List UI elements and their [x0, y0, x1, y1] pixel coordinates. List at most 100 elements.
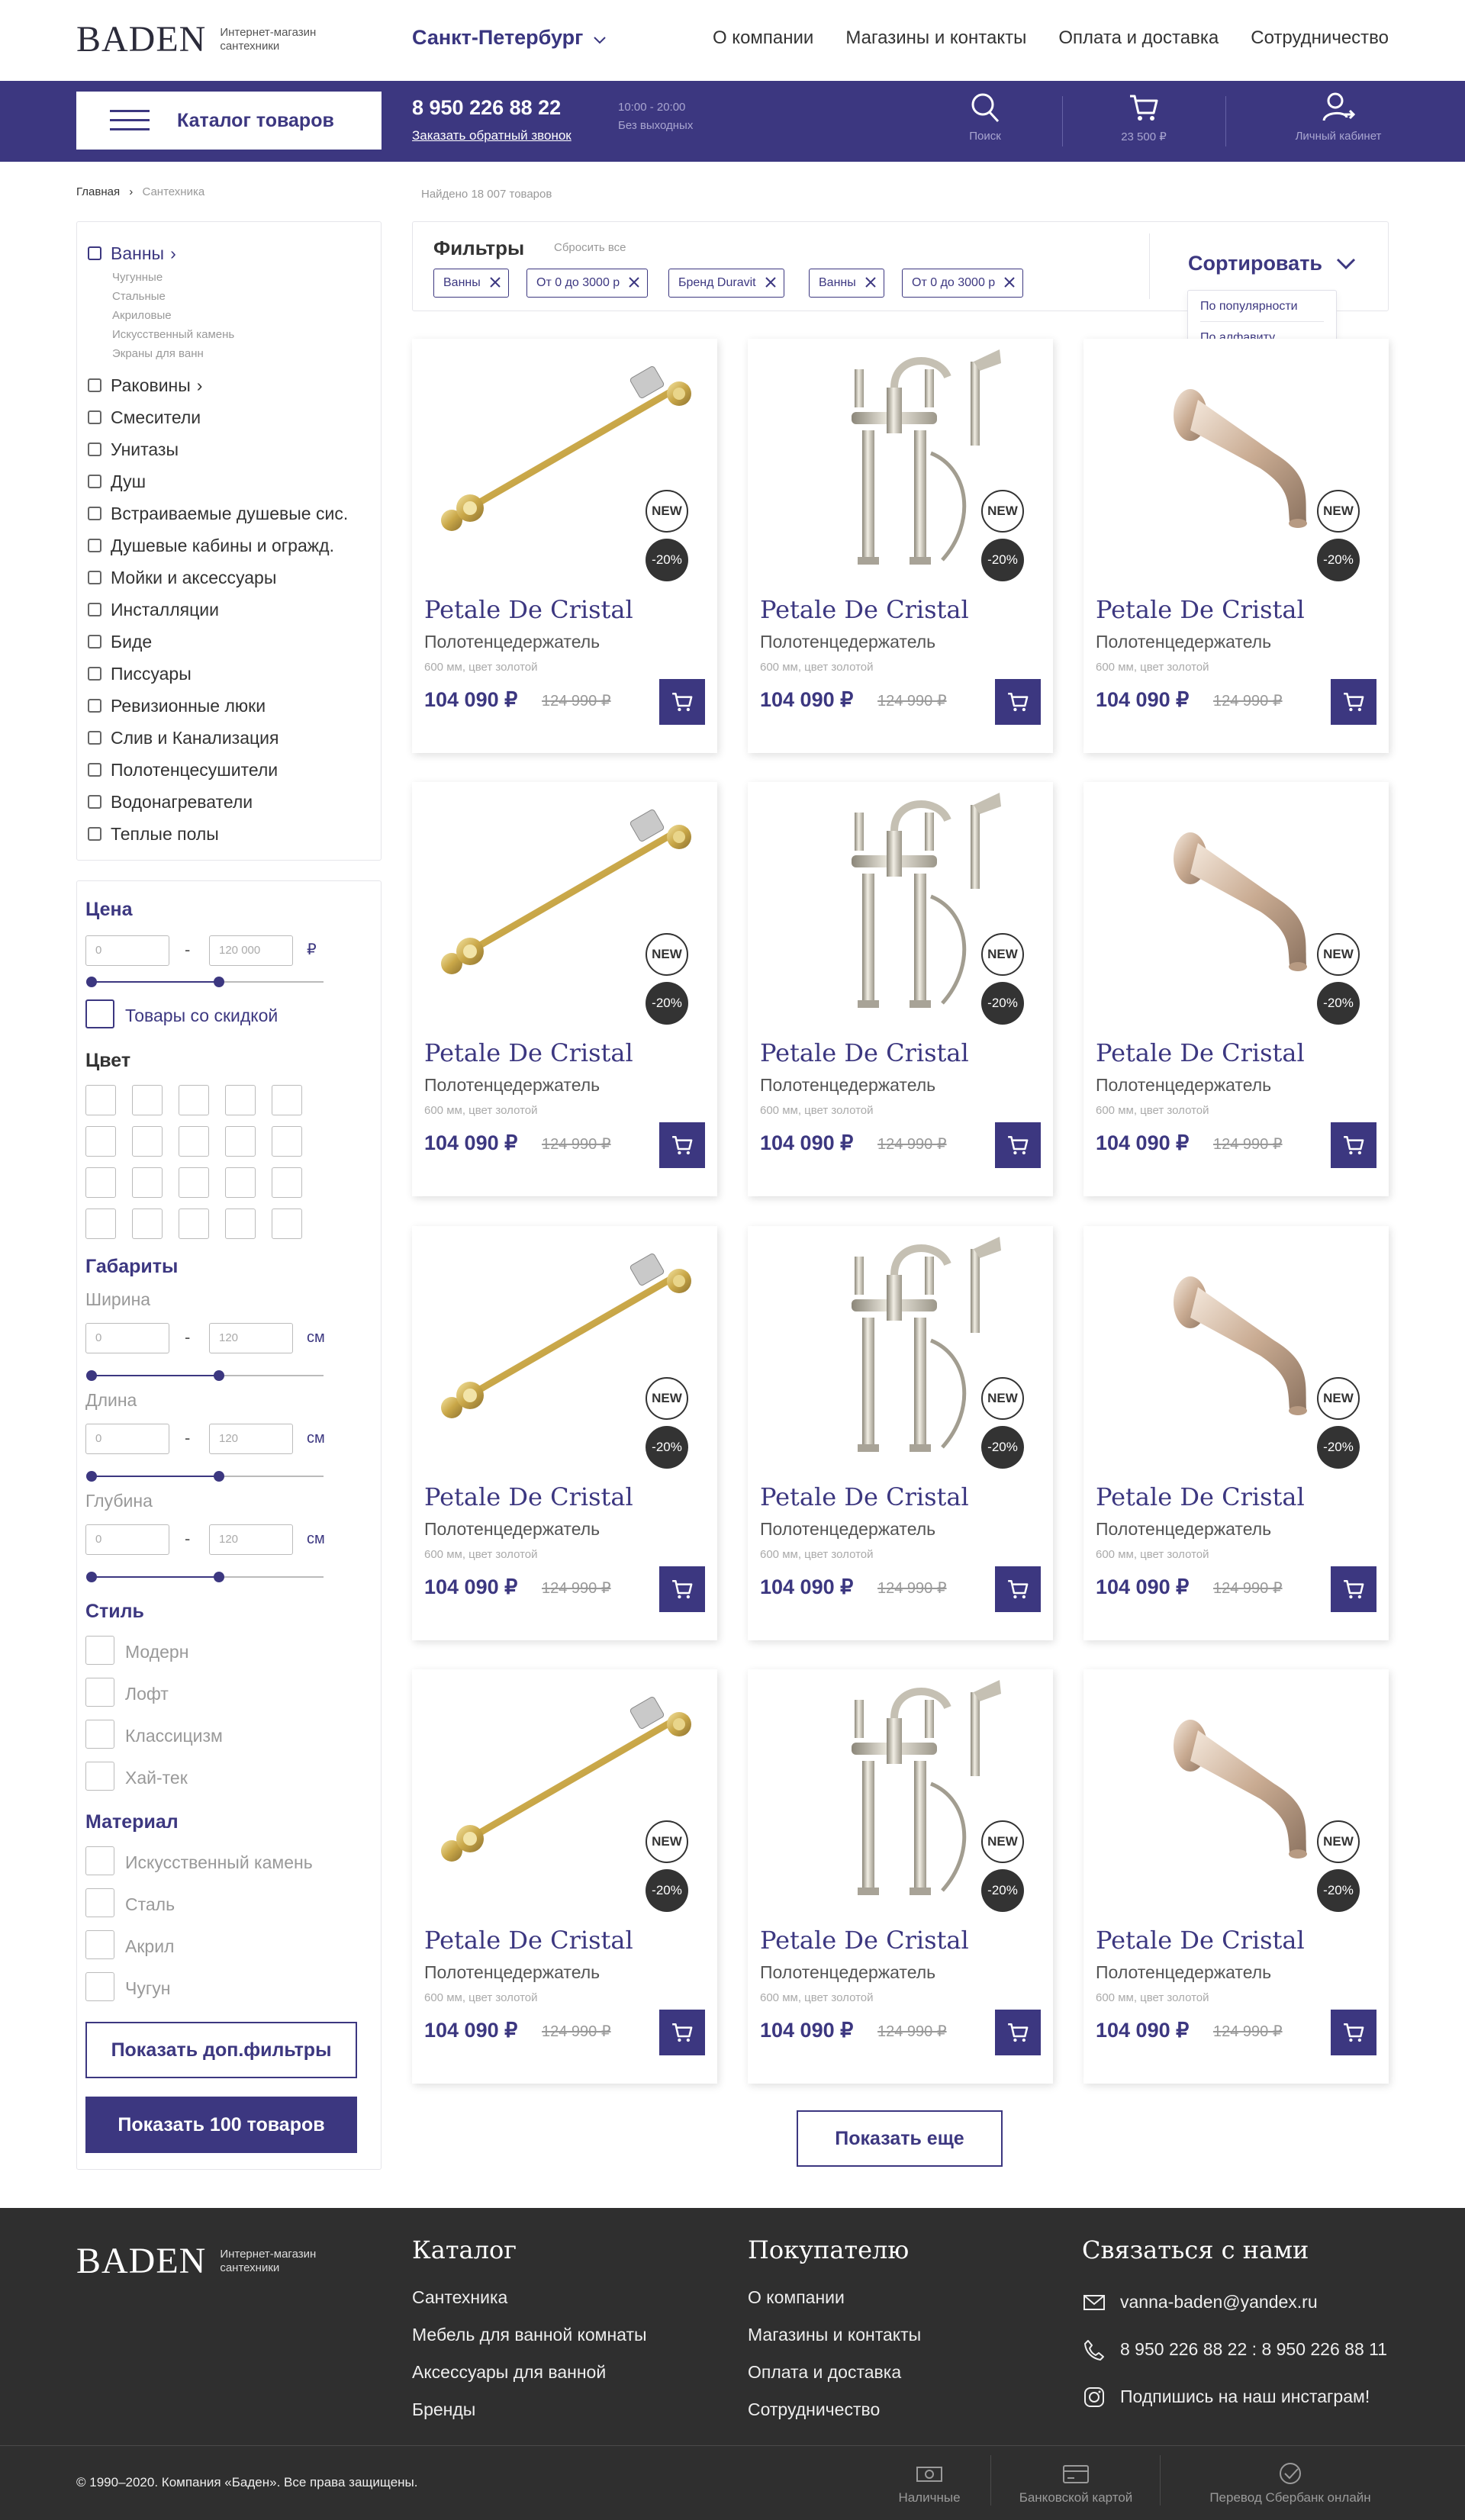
style-label[interactable]: Лофт — [125, 1684, 169, 1704]
category-item[interactable]: Полотенцесушители — [88, 754, 378, 786]
category-item[interactable]: Душевые кабины и огражд. — [88, 529, 378, 562]
color-swatch[interactable] — [85, 1209, 116, 1239]
footer-email[interactable]: vanna-baden@yandex.ru — [1120, 2292, 1318, 2312]
length-from-input[interactable]: 0 — [85, 1424, 169, 1454]
product-title[interactable]: Petale De Cristal — [760, 1038, 969, 1067]
style-checkbox[interactable] — [85, 1720, 114, 1749]
category-item[interactable]: Инсталляции — [88, 594, 378, 626]
product-card[interactable]: NEW -20% Petale De Cristal Полотенцедерж… — [1083, 782, 1389, 1196]
account-button[interactable]: Личный кабинет — [1277, 92, 1399, 143]
slider-handle-min[interactable] — [86, 1471, 97, 1482]
color-swatch[interactable] — [132, 1167, 163, 1198]
material-label[interactable]: Сталь — [125, 1894, 175, 1915]
price-to-input[interactable]: 120 000 — [209, 935, 293, 966]
width-slider[interactable] — [86, 1370, 324, 1381]
price-slider[interactable] — [86, 977, 324, 987]
footer-link[interactable]: Сотрудничество — [748, 2399, 880, 2420]
add-to-cart-button[interactable] — [1331, 679, 1376, 725]
material-label[interactable]: Искусственный камень — [125, 1852, 313, 1873]
category-item[interactable]: Смесители — [88, 401, 378, 433]
product-card[interactable]: NEW -20% Petale De Cristal Полотенцедерж… — [748, 1669, 1053, 2084]
subcategory-item[interactable]: Акриловые — [112, 306, 378, 325]
footer-link[interactable]: О компании — [748, 2287, 845, 2308]
product-title[interactable]: Petale De Cristal — [1096, 1926, 1305, 1955]
nav-about[interactable]: О компании — [713, 27, 813, 49]
footer-link[interactable]: Магазины и контакты — [748, 2325, 921, 2345]
filter-chip[interactable]: Ванны — [809, 269, 884, 298]
category-item[interactable]: Ревизионные люки — [88, 690, 378, 722]
color-swatch[interactable] — [272, 1126, 302, 1157]
category-item[interactable]: Водонагреватели — [88, 786, 378, 818]
category-item[interactable]: Встраиваемые душевые сис. — [88, 497, 378, 529]
logo-block[interactable]: BADEN Интернет-магазин сантехники — [76, 21, 316, 58]
filter-chip[interactable]: Ванны — [433, 269, 509, 298]
discount-checkbox[interactable] — [85, 999, 114, 1028]
add-to-cart-button[interactable] — [995, 2010, 1041, 2055]
subcategory-item[interactable]: Экраны для ванн — [112, 344, 378, 363]
product-card[interactable]: NEW -20% Petale De Cristal Полотенцедерж… — [748, 1226, 1053, 1640]
product-title[interactable]: Petale De Cristal — [424, 1482, 633, 1511]
add-to-cart-button[interactable] — [1331, 2010, 1376, 2055]
category-item[interactable]: Слив и Канализация — [88, 722, 378, 754]
close-icon[interactable] — [627, 275, 641, 289]
close-icon[interactable] — [1003, 275, 1016, 289]
category-item[interactable]: Унитазы — [88, 433, 378, 465]
width-from-input[interactable]: 0 — [85, 1323, 169, 1353]
width-to-input[interactable]: 120 — [209, 1323, 293, 1353]
product-title[interactable]: Petale De Cristal — [424, 1038, 633, 1067]
style-label[interactable]: Классицизм — [125, 1726, 223, 1746]
footer-logo-block[interactable]: BADEN Интернет-магазин сантехники — [76, 2243, 316, 2280]
footer-logo[interactable]: BADEN — [76, 2243, 206, 2280]
material-label[interactable]: Акрил — [125, 1936, 174, 1957]
color-swatch[interactable] — [272, 1209, 302, 1239]
color-swatch[interactable] — [179, 1209, 209, 1239]
filter-chip[interactable]: Бренд Duravit — [668, 269, 784, 298]
footer-link[interactable]: Аксессуары для ванной — [412, 2362, 606, 2383]
breadcrumb-home[interactable]: Главная — [76, 185, 120, 198]
color-swatch[interactable] — [225, 1209, 256, 1239]
product-card[interactable]: NEW -20% Petale De Cristal Полотенцедерж… — [1083, 339, 1389, 753]
logo[interactable]: BADEN — [76, 21, 206, 58]
product-title[interactable]: Petale De Cristal — [424, 595, 633, 624]
add-to-cart-button[interactable] — [995, 679, 1041, 725]
depth-to-input[interactable]: 120 — [209, 1524, 293, 1555]
close-icon[interactable] — [488, 275, 502, 289]
footer-instagram[interactable]: Подпишись на наш инстаграм! — [1120, 2386, 1370, 2407]
material-checkbox[interactable] — [85, 1930, 114, 1959]
product-title[interactable]: Petale De Cristal — [1096, 1482, 1305, 1511]
category-item[interactable]: Раковины › — [88, 369, 378, 401]
color-swatch[interactable] — [85, 1085, 116, 1115]
discount-label[interactable]: Товары со скидкой — [125, 1006, 278, 1026]
color-swatch[interactable] — [132, 1209, 163, 1239]
city-selector[interactable]: Санкт-Петербург — [412, 26, 606, 50]
close-icon[interactable] — [764, 275, 778, 289]
depth-slider[interactable] — [86, 1572, 324, 1582]
style-label[interactable]: Модерн — [125, 1642, 188, 1662]
style-checkbox[interactable] — [85, 1762, 114, 1791]
slider-handle-min[interactable] — [86, 977, 97, 987]
callback-link[interactable]: Заказать обратный звонок — [412, 128, 572, 143]
catalog-button[interactable]: Каталог товаров — [76, 92, 382, 150]
color-swatch[interactable] — [272, 1085, 302, 1115]
color-swatch[interactable] — [85, 1167, 116, 1198]
color-swatch[interactable] — [132, 1085, 163, 1115]
footer-link[interactable]: Сантехника — [412, 2287, 507, 2308]
show-products-button[interactable]: Показать 100 товаров — [85, 2097, 357, 2153]
category-item[interactable]: Писсуары — [88, 658, 378, 690]
footer-phones[interactable]: 8 950 226 88 22 : 8 950 226 88 11 — [1120, 2339, 1387, 2360]
subcategory-item[interactable]: Искусственный камень — [112, 325, 378, 344]
color-swatch[interactable] — [179, 1167, 209, 1198]
style-checkbox[interactable] — [85, 1678, 114, 1707]
length-to-input[interactable]: 120 — [209, 1424, 293, 1454]
add-to-cart-button[interactable] — [659, 1566, 705, 1612]
material-label[interactable]: Чугун — [125, 1978, 170, 1999]
header-phone[interactable]: 8 950 226 88 22 — [412, 96, 561, 120]
product-title[interactable]: Petale De Cristal — [760, 595, 969, 624]
length-slider[interactable] — [86, 1471, 324, 1482]
material-checkbox[interactable] — [85, 1888, 114, 1917]
product-title[interactable]: Petale De Cristal — [424, 1926, 633, 1955]
category-item[interactable]: Теплые полы — [88, 818, 378, 850]
close-icon[interactable] — [864, 275, 877, 289]
material-checkbox[interactable] — [85, 1846, 114, 1875]
add-to-cart-button[interactable] — [659, 1122, 705, 1168]
